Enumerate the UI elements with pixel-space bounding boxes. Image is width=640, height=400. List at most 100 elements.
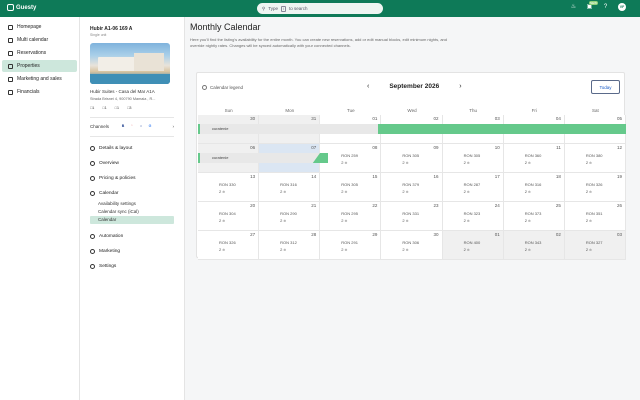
- available-units: 2: [219, 218, 225, 223]
- nav-item-homepage[interactable]: Homepage: [2, 21, 77, 33]
- property-panel: Hubir A1-06 169 A Single unit Hubir Suit…: [80, 17, 185, 400]
- reservation-bar[interactable]: curatenie: [198, 153, 328, 163]
- today-button[interactable]: Today: [591, 80, 620, 94]
- chevron-right-icon[interactable]: ›: [173, 124, 175, 129]
- available-units: 2: [525, 189, 531, 194]
- day-number: 08: [372, 145, 378, 150]
- overview-icon: [90, 160, 95, 166]
- calendar-day[interactable]: 24 RON 323 2: [442, 202, 504, 231]
- calendar-day[interactable]: 22 RON 295 2: [320, 202, 382, 231]
- guests-count: 3: [127, 105, 131, 110]
- day-number: 20: [250, 203, 256, 208]
- day-number: 05: [616, 116, 622, 121]
- calendar-day[interactable]: 11 RON 360 2: [503, 144, 565, 173]
- calendar-day[interactable]: 18 RON 316 2: [503, 173, 565, 202]
- nav-item-marketing-and-sales[interactable]: Marketing and sales: [2, 73, 77, 85]
- calendar-legend[interactable]: Calendar legend: [202, 85, 243, 90]
- available-units: 2: [402, 218, 408, 223]
- next-month-button[interactable]: ›: [459, 83, 461, 90]
- logo-icon: [7, 4, 14, 11]
- section-details-layout[interactable]: Details & layout: [90, 141, 174, 155]
- day-number: 26: [616, 203, 622, 208]
- calendar-grid: Sun Mon Tue Wed Thu Fri Sat 30 31 01 02 03 04 05 curat…: [198, 107, 626, 260]
- section-settings[interactable]: Settings: [90, 259, 174, 273]
- nightly-rate: RON 331: [402, 211, 420, 216]
- main-content: Monthly Calendar Here you'll find the li…: [185, 17, 640, 400]
- available-units: 2: [464, 247, 470, 252]
- section-label: Marketing: [99, 248, 121, 254]
- calendar-day[interactable]: 13 RON 330 2: [198, 173, 260, 202]
- bell-icon[interactable]: ♨: [570, 4, 577, 11]
- calendar-day[interactable]: 21 RON 290 2: [259, 202, 321, 231]
- avatar[interactable]: VF: [618, 3, 626, 11]
- available-units: 2: [341, 247, 347, 252]
- nav-item-reservations[interactable]: Reservations: [2, 47, 77, 59]
- calendar-day[interactable]: 30 RON 306 2: [381, 231, 443, 260]
- bedrooms-count: 1: [90, 105, 94, 110]
- calendar-day[interactable]: 16 RON 379 2: [381, 173, 443, 202]
- day-number: 23: [433, 203, 439, 208]
- calendar-day[interactable]: 03 RON 327 2: [564, 231, 626, 260]
- calendar-subitem[interactable]: Calendar: [90, 216, 174, 224]
- section-overview[interactable]: Overview: [90, 156, 174, 170]
- nav-item-multi-calendar[interactable]: Multi calendar: [2, 34, 77, 46]
- weekday-label: Thu: [469, 108, 478, 113]
- calendar-day[interactable]: 19 RON 326 2: [564, 173, 626, 202]
- calendar-subitem[interactable]: Calendar sync (iCal): [90, 208, 174, 216]
- calendar-day[interactable]: 09 RON 305 2: [381, 144, 443, 173]
- section-automation[interactable]: Automation: [90, 229, 174, 243]
- day-number: 09: [433, 145, 439, 150]
- calendar-day[interactable]: 27 RON 326 2: [198, 231, 260, 260]
- day-number: 16: [433, 174, 439, 179]
- nav-item-properties[interactable]: Properties: [2, 60, 77, 72]
- nightly-rate: RON 295: [341, 211, 358, 216]
- available-units: 2: [464, 189, 470, 194]
- nightly-rate: RON 287: [463, 182, 481, 187]
- calendar-day[interactable]: 26 RON 351 2: [564, 202, 626, 231]
- calendar-day[interactable]: 17 RON 287 2: [442, 173, 504, 202]
- available-units: 2: [525, 247, 531, 252]
- calendar-day[interactable]: 10 RON 305 2: [442, 144, 504, 173]
- prev-month-button[interactable]: ‹: [367, 83, 369, 90]
- day-number: 07: [311, 145, 317, 150]
- calendar-day[interactable]: 20 RON 304 2: [198, 202, 260, 231]
- month-navigation: ‹ September 2026 ›: [367, 83, 462, 90]
- search-bar[interactable]: ⚲ Type / to search: [257, 3, 383, 14]
- nav-item-financials[interactable]: Financials: [2, 86, 77, 98]
- calendar-day[interactable]: 02 RON 343 2: [503, 231, 565, 260]
- calendar-icon: [90, 190, 95, 196]
- calendar-day[interactable]: 08 RON 259 2: [320, 144, 382, 173]
- help-icon[interactable]: ?: [602, 4, 609, 11]
- available-units: 2: [280, 218, 286, 223]
- calendar-day[interactable]: 29 RON 291 2: [320, 231, 382, 260]
- calendar-day[interactable]: 14 RON 316 2: [259, 173, 321, 202]
- nightly-rate: RON 259: [341, 153, 358, 158]
- day-number: 21: [311, 203, 317, 208]
- reservation-label: curatenie: [200, 124, 378, 134]
- property-photo: [90, 43, 170, 84]
- nightly-rate: RON 379: [402, 182, 420, 187]
- reservation-bar[interactable]: curatenie: [198, 124, 626, 134]
- guesty-logo[interactable]: Guesty: [7, 4, 36, 11]
- nightly-rate: RON 304: [219, 211, 236, 216]
- weekday-label: Fri: [531, 108, 537, 113]
- nightly-rate: RON 351: [585, 211, 603, 216]
- calendar-day[interactable]: 15 RON 305 2: [320, 173, 382, 202]
- calendar-subitem[interactable]: Availability settings: [90, 200, 174, 208]
- section-marketing[interactable]: Marketing: [90, 244, 174, 258]
- day-number: 27: [250, 232, 256, 237]
- calendar-day[interactable]: 01 RON 400 2: [442, 231, 504, 260]
- section-pricing-policies[interactable]: Pricing & policies: [90, 171, 174, 185]
- calendar-day[interactable]: 28 RON 312 2: [259, 231, 321, 260]
- calendar-day[interactable]: 12 RON 380 2: [564, 144, 626, 173]
- calendar-day[interactable]: 25 RON 373 2: [503, 202, 565, 231]
- gift-icon[interactable]: ▣ NEW: [586, 0, 598, 11]
- available-units: 2: [586, 189, 592, 194]
- day-number: 02: [555, 232, 561, 237]
- google-channel-icon: G: [148, 124, 152, 128]
- calendar-day[interactable]: 23 RON 331 2: [381, 202, 443, 231]
- section-calendar[interactable]: Calendar: [90, 186, 174, 200]
- section-label: Calendar: [99, 190, 119, 196]
- channels-row[interactable]: Channels B ‘ ⌂ G ›: [90, 123, 174, 129]
- calendar-week: 20RON 304221RON 290222RON 295223RON 3312…: [198, 202, 626, 231]
